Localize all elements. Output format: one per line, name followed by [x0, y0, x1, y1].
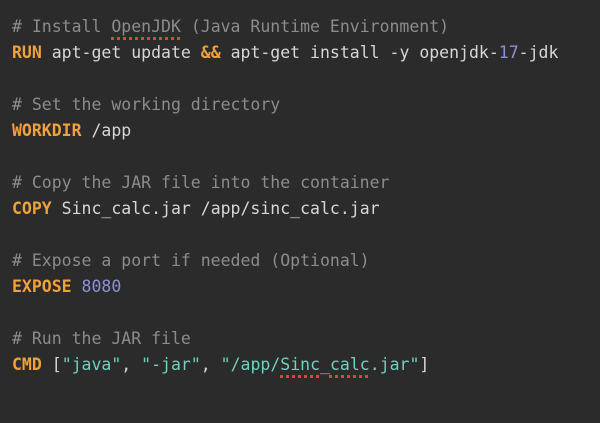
- number-literal: 8080: [81, 277, 122, 296]
- code-line-8: COPY Sinc_calc.jar /app/sinc_calc.jar: [12, 196, 588, 222]
- dockerfile-keyword: EXPOSE: [12, 277, 72, 296]
- string-literal: _: [320, 355, 330, 374]
- separator: ,: [121, 355, 142, 374]
- comment-text: # Run the JAR file: [12, 329, 191, 348]
- code-line-3-empty: [12, 66, 588, 92]
- code-line-11: EXPOSE 8080: [12, 274, 588, 300]
- code-line-10: # Expose a port if needed (Optional): [12, 248, 588, 274]
- code-line-12-empty: [12, 300, 588, 326]
- number-literal: 17: [498, 43, 519, 62]
- code-text: apt-get install -y openjdk-: [220, 43, 499, 62]
- separator: ,: [200, 355, 221, 374]
- code-line-14: CMD ["java", "-jar", "/app/Sinc_calc.jar…: [12, 352, 588, 378]
- misspelled-word[interactable]: OpenJDK: [111, 17, 181, 36]
- dockerfile-keyword: COPY: [12, 199, 52, 218]
- comment-text: # Expose a port if needed (Optional): [12, 251, 370, 270]
- code-line-5: WORKDIR /app: [12, 118, 588, 144]
- string-literal: .jar": [369, 355, 420, 374]
- dockerfile-keyword: RUN: [12, 43, 42, 62]
- misspelled-word[interactable]: Sinc: [280, 355, 320, 374]
- code-text: apt-get update: [41, 43, 201, 62]
- code-line-9-empty: [12, 222, 588, 248]
- code-text: /app: [81, 121, 132, 140]
- code-text: Sinc_calc.jar /app/sinc_calc.jar: [51, 199, 380, 218]
- code-line-4: # Set the working directory: [12, 92, 588, 118]
- comment-text: # Install: [12, 17, 112, 36]
- operator: &&: [200, 43, 221, 62]
- bracket: [: [41, 355, 62, 374]
- dockerfile-keyword: WORKDIR: [12, 121, 82, 140]
- code-line-6-empty: [12, 144, 588, 170]
- bracket: ]: [419, 355, 430, 374]
- string-literal: "/app/: [220, 355, 281, 374]
- comment-text: # Set the working directory: [12, 95, 281, 114]
- code-line-13: # Run the JAR file: [12, 326, 588, 352]
- code-line-7: # Copy the JAR file into the container: [12, 170, 588, 196]
- misspelled-word[interactable]: calc: [330, 355, 370, 374]
- string-literal: "-jar": [141, 355, 201, 374]
- code-line-2: RUN apt-get update && apt-get install -y…: [12, 40, 588, 66]
- comment-text: (Java Runtime Environment): [180, 17, 450, 36]
- code-editor[interactable]: # Install OpenJDK (Java Runtime Environm…: [0, 0, 600, 423]
- dockerfile-keyword: CMD: [12, 355, 42, 374]
- code-text: -jdk: [518, 43, 559, 62]
- code-line-1: # Install OpenJDK (Java Runtime Environm…: [12, 14, 588, 40]
- string-literal: "java": [61, 355, 122, 374]
- comment-text: # Copy the JAR file into the container: [12, 173, 390, 192]
